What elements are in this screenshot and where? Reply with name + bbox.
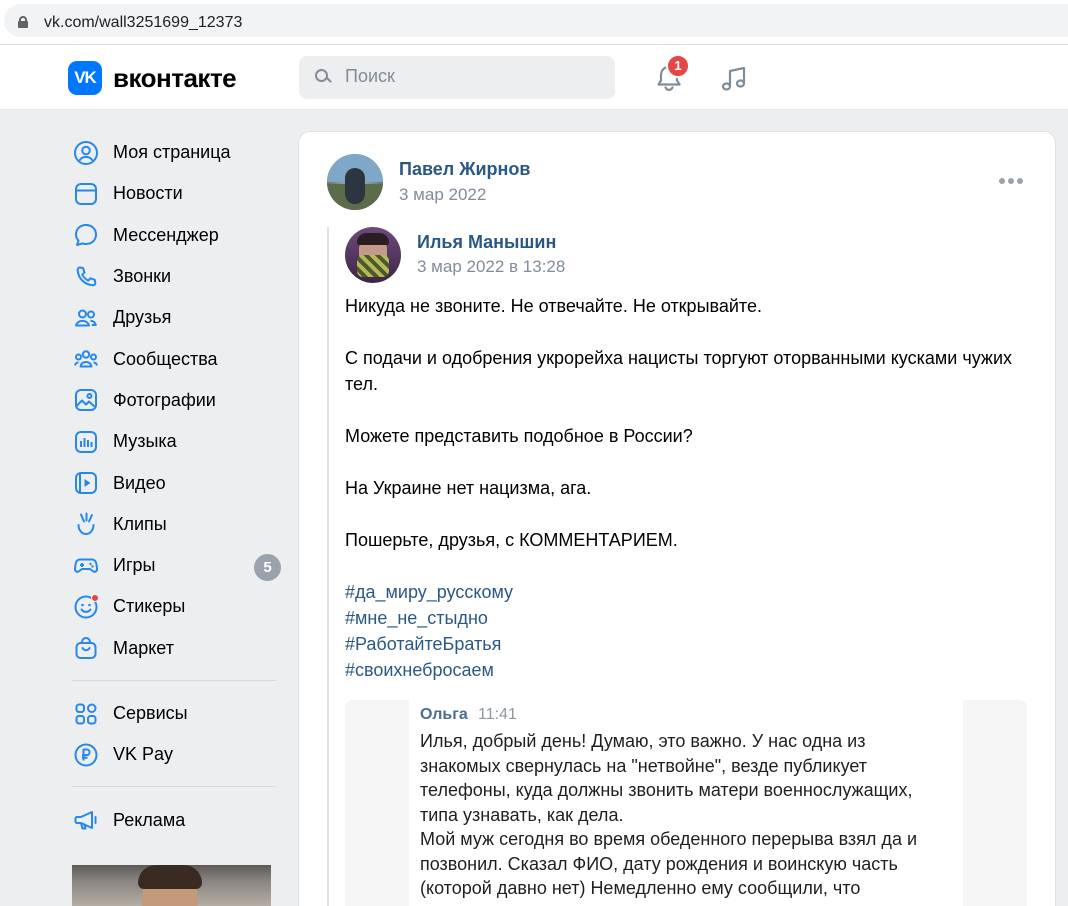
sidebar-item-games[interactable]: Игры 5 — [68, 545, 284, 586]
sidebar-item-label: Фотографии — [113, 389, 216, 410]
games-count-badge: 5 — [254, 553, 281, 581]
post-image-screenshot[interactable]: Ольга 11:41 Илья, добрый день! Думаю, эт… — [345, 700, 1027, 906]
chat-line: Илья, добрый день! Думаю, это важно. У н… — [420, 731, 866, 751]
sidebar-item-label: Моя страница — [113, 142, 231, 163]
services-icon — [72, 700, 100, 728]
sidebar-item-label: Сообщества — [113, 348, 218, 369]
search-box[interactable] — [299, 56, 615, 99]
post-body: Никуда не звоните. Не отвечайте. Не откр… — [345, 293, 1035, 683]
hashtag-link[interactable]: #да_миру_русскому — [345, 579, 1035, 605]
sidebar-item-friends[interactable]: Друзья — [68, 297, 284, 338]
sidebar-item-label: Друзья — [113, 307, 172, 328]
hashtag-link[interactable]: #мне_не_стыдно — [345, 605, 1035, 631]
sidebar-item-clips[interactable]: Клипы — [68, 504, 284, 545]
video-icon — [72, 469, 100, 497]
sidebar-item-vkpay[interactable]: VK Pay — [68, 734, 284, 775]
sidebar-item-label: Реклама — [113, 809, 186, 830]
music-note-icon[interactable] — [718, 63, 750, 95]
url-text[interactable]: vk.com/wall3251699_12373 — [44, 14, 242, 32]
chat-sender-name: Ольга — [420, 706, 468, 723]
site-header: VK вконтакте 1 — [0, 44, 1068, 110]
sidebar-item-news[interactable]: Новости — [68, 173, 284, 214]
chat-line: телефоны, куда должны звонить матери вое… — [420, 780, 913, 800]
browser-address-bar: vk.com/wall3251699_12373 — [0, 0, 1068, 44]
communities-icon — [72, 345, 100, 373]
news-icon — [72, 180, 100, 208]
message-icon — [72, 221, 100, 249]
sidebar-item-label: Стикеры — [113, 596, 186, 617]
search-icon — [315, 69, 332, 85]
sticker-icon — [72, 593, 100, 621]
sidebar-item-ads[interactable]: Реклама — [68, 799, 284, 840]
sidebar-item-label: Игры — [113, 555, 156, 576]
ads-icon — [72, 806, 100, 834]
vkpay-icon — [72, 741, 100, 769]
chat-message: Ольга 11:41 Илья, добрый день! Думаю, эт… — [409, 700, 963, 906]
hashtag-list: #да_миру_русскому #мне_не_стыдно #Работа… — [345, 579, 1035, 683]
chat-time: 11:41 — [478, 706, 517, 723]
post-paragraph: С подачи и одобрения укрорейха нацисты т… — [345, 348, 1012, 394]
repost-date[interactable]: 3 мар 2022 в 13:28 — [417, 257, 565, 277]
chat-line: Мой муж сегодня во время обеденного пере… — [420, 829, 918, 849]
sidebar-item-label: Мессенджер — [113, 224, 219, 245]
photo-icon — [72, 386, 100, 414]
more-options-icon[interactable] — [999, 178, 1025, 188]
clips-icon — [72, 510, 100, 538]
chat-line: позвонил. Сказал ФИО, дату рождения и во… — [420, 853, 898, 874]
sidebar-item-label: Музыка — [113, 431, 177, 452]
author-avatar[interactable] — [327, 154, 383, 210]
lock-icon[interactable] — [18, 16, 28, 28]
phone-icon — [72, 263, 100, 291]
repost-author-avatar[interactable] — [345, 227, 401, 283]
sidebar-item-label: Новости — [113, 183, 183, 204]
sidebar-item-music[interactable]: Музыка — [68, 421, 284, 462]
sidebar-item-communities[interactable]: Сообщества — [68, 338, 284, 379]
user-circle-icon — [72, 139, 100, 167]
sidebar-item-stickers[interactable]: Стикеры — [68, 586, 284, 627]
chat-line: типа узнавать, как дела. — [420, 804, 624, 825]
sidebar-divider — [72, 679, 276, 681]
sidebar-item-video[interactable]: Видео — [68, 462, 284, 503]
vk-logo-icon[interactable]: VK — [68, 61, 102, 95]
vk-logo-text[interactable]: вконтакте — [113, 63, 237, 94]
left-navigation: Моя страница Новости Мессенджер Звонки Д… — [68, 132, 284, 841]
chat-line: знакомых свернулась на "нетвойне", везде… — [420, 755, 868, 776]
sidebar-divider — [72, 786, 276, 788]
music-icon — [72, 428, 100, 456]
hashtag-link[interactable]: #своихнебросаем — [345, 657, 1035, 683]
url-field[interactable]: vk.com/wall3251699_12373 — [4, 4, 1068, 37]
ad-image-hair — [138, 865, 202, 889]
sidebar-item-label: Сервисы — [113, 703, 188, 723]
post-date[interactable]: 3 мар 2022 — [399, 185, 486, 205]
repost-author-name[interactable]: Илья Манышин — [417, 232, 556, 253]
sidebar-item-label: Клипы — [113, 513, 167, 534]
post-paragraph: Можете представить подобное в России? — [345, 426, 693, 446]
games-icon — [72, 552, 100, 580]
post-paragraph: На Украине нет нацизма, ага. — [345, 478, 592, 498]
sidebar-item-photos[interactable]: Фотографии — [68, 380, 284, 421]
hashtag-link[interactable]: #РаботайтеБратья — [345, 631, 1035, 657]
repost-divider — [327, 227, 329, 906]
sidebar-item-label: Маркет — [113, 637, 174, 658]
notification-badge: 1 — [666, 54, 690, 78]
sidebar-item-label: VK Pay — [113, 744, 174, 765]
sidebar-ad-image[interactable] — [72, 865, 271, 906]
sidebar-item-calls[interactable]: Звонки — [68, 256, 284, 297]
search-input[interactable] — [345, 66, 595, 87]
chat-line: (которой давно нет) Немедленно ему сообщ… — [420, 878, 861, 898]
sidebar-item-market[interactable]: Маркет — [68, 628, 284, 669]
sidebar-item-services[interactable]: Сервисы — [68, 693, 284, 734]
new-dot-indicator — [91, 593, 99, 602]
post-paragraph: Никуда не звоните. Не отвечайте. Не откр… — [345, 296, 762, 316]
chat-message-text: Илья, добрый день! Думаю, это важно. У н… — [420, 729, 940, 901]
sidebar-item-label: Звонки — [113, 266, 172, 287]
sidebar-item-messenger[interactable]: Мессенджер — [68, 215, 284, 256]
post-author-name[interactable]: Павел Жирнов — [399, 159, 530, 180]
market-icon — [72, 634, 100, 662]
sidebar-item-label: Видео — [113, 472, 166, 493]
sidebar-item-my-page[interactable]: Моя страница — [68, 132, 284, 173]
wall-post: Павел Жирнов 3 мар 2022 Илья Манышин 3 м… — [298, 131, 1056, 906]
post-paragraph: Пошерьте, друзья, с КОММЕНТАРИЕМ. — [345, 530, 678, 550]
friends-icon — [72, 304, 100, 332]
